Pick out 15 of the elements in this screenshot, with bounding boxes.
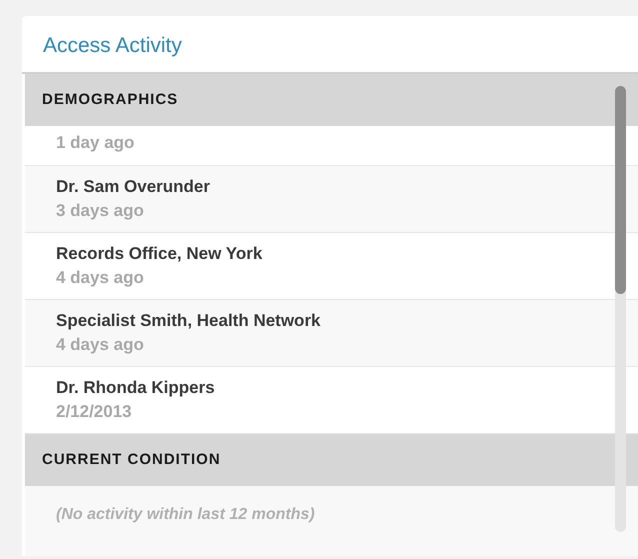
- entry-time: 1 day ago: [56, 132, 136, 154]
- empty-message: (No activity within last 12 months): [56, 506, 315, 523]
- entry-name: Records Office, New York: [56, 243, 264, 265]
- section-heading: CURRENT CONDITION: [25, 434, 638, 486]
- entry-name: Specialist Smith, Health Network: [56, 310, 322, 332]
- entry-time: 4 days ago: [56, 267, 145, 289]
- section-heading: DEMOGRAPHICS: [25, 74, 638, 126]
- entry-time: 4 days ago: [56, 334, 145, 356]
- activity-entry[interactable]: Records Office, New York 4 days ago: [25, 233, 638, 300]
- entry-name: Dr. Rhonda Kippers: [56, 377, 216, 399]
- entry-time: 3 days ago: [56, 200, 145, 222]
- entry-time: 2/12/2013: [56, 401, 133, 423]
- activity-entry[interactable]: Dr. Rhonda Kippers 2/12/2013: [25, 367, 638, 434]
- scrollbar-thumb[interactable]: [615, 86, 626, 294]
- entry-name: Dr. Sam Overunder: [56, 176, 212, 198]
